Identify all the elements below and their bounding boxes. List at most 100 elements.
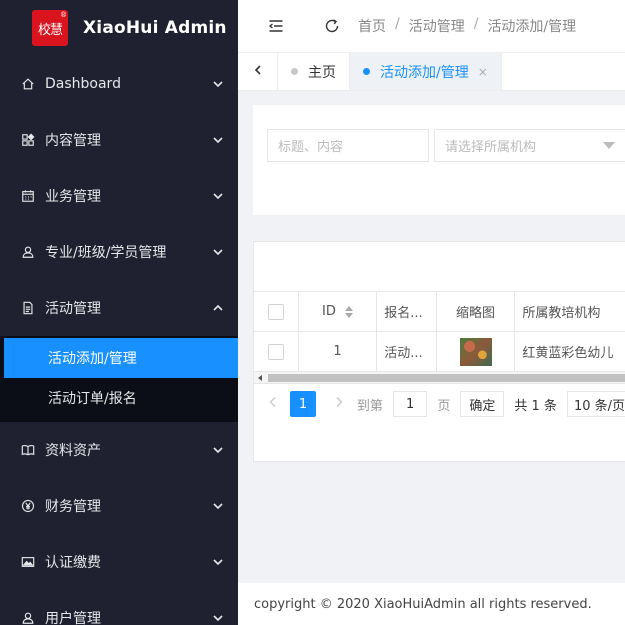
sidebar-item-assets[interactable]: 资料资产 — [0, 422, 238, 478]
chevron-down-icon — [212, 190, 224, 202]
page-unit-label: 页 — [437, 398, 451, 414]
sidebar-menu: Dashboard 内容管理 业务管理 专业/班级/学员管理 活动管理 活动添加… — [0, 56, 238, 625]
refresh-icon[interactable] — [324, 18, 340, 34]
menu-fold-icon[interactable] — [268, 18, 284, 34]
admin-app: 校慧 ® XiaoHui Admin Dashboard 内容管理 业务管理 专… — [0, 0, 625, 625]
breadcrumb: 首页 / 活动管理 / 活动添加/管理 — [358, 16, 576, 36]
document-icon — [20, 300, 36, 316]
tab-label: 活动添加/管理 — [380, 64, 469, 81]
footer: copyright © 2020 XiaoHuiAdmin all rights… — [238, 583, 625, 625]
sort-icon[interactable] — [344, 305, 353, 318]
scrollbar-thumb[interactable] — [268, 374, 625, 382]
chevron-down-icon — [212, 556, 224, 568]
logo-text: 校慧 — [37, 22, 63, 38]
chevron-down-icon — [212, 612, 224, 624]
chevron-left-icon — [252, 64, 264, 80]
chevron-up-icon — [212, 302, 224, 314]
keyword-search-input[interactable]: 标题、内容 — [267, 129, 429, 162]
user-icon — [20, 244, 36, 260]
total-count: 共 1 条 — [514, 398, 557, 414]
sidebar-subitem-activity-orders[interactable]: 活动订单/报名 — [0, 378, 238, 418]
sidebar-item-students[interactable]: 专业/班级/学员管理 — [0, 224, 238, 280]
page-tabs: 主页 活动添加/管理 × — [238, 53, 625, 91]
sidebar-item-dashboard[interactable]: Dashboard — [0, 56, 238, 112]
table-row[interactable]: 1 活动... 红黄蓝彩色幼儿 — [254, 332, 625, 372]
sidebar-item-certification[interactable]: 认证缴费 — [0, 534, 238, 590]
calendar-icon — [20, 188, 36, 204]
brand[interactable]: 校慧 ® XiaoHui Admin — [0, 0, 238, 56]
goto-page-input[interactable]: 1 — [392, 391, 428, 417]
org-select[interactable]: 请选择所属机构 — [434, 129, 625, 162]
close-icon[interactable]: × — [478, 65, 488, 79]
sidebar-item-label: 内容管理 — [45, 133, 101, 149]
breadcrumb-activities[interactable]: 活动管理 — [409, 16, 465, 36]
cell-org: 红黄蓝彩色幼儿 — [522, 346, 614, 361]
select-all-cell — [254, 292, 299, 331]
table-header: ID 报名... 缩略图 所属教培机构 — [254, 292, 625, 332]
sidebar-item-business[interactable]: 业务管理 — [0, 168, 238, 224]
chevron-down-icon — [212, 444, 224, 456]
thumbnail-image[interactable] — [459, 337, 492, 366]
column-header-org: 所属教培机构 — [522, 306, 601, 321]
sidebar: 校慧 ® XiaoHui Admin Dashboard 内容管理 业务管理 专… — [0, 0, 238, 625]
sidebar-subitem-activity-manage[interactable]: 活动添加/管理 — [4, 338, 238, 378]
table-toolbar — [254, 242, 625, 292]
row-select-cell — [254, 332, 299, 371]
column-label: ID — [322, 304, 336, 319]
cell-thumbnail — [437, 332, 516, 371]
apps-icon — [20, 132, 36, 148]
breadcrumb-home[interactable]: 首页 — [358, 16, 386, 36]
page-size-select[interactable]: 10 条/页 — [566, 391, 625, 417]
scroll-left-icon[interactable] — [258, 375, 262, 381]
breadcrumb-separator: / — [395, 16, 400, 32]
main-content: 首页 / 活动管理 / 活动添加/管理 主页 活动添加/管理 × 标题、内容 请… — [238, 0, 625, 625]
tab-dot — [291, 68, 298, 75]
sidebar-item-users[interactable]: 用户管理 — [0, 590, 238, 625]
tab-home[interactable]: 主页 — [278, 53, 350, 90]
column-header-thumbnail: 缩略图 — [437, 292, 516, 331]
keyword-placeholder: 标题、内容 — [278, 140, 344, 155]
pagination: 1 到第 1 页 确定 共 1 条 10 条/页 — [254, 384, 625, 424]
sidebar-item-label: 专业/班级/学员管理 — [45, 245, 167, 261]
chevron-down-icon — [212, 246, 224, 258]
sidebar-item-content[interactable]: 内容管理 — [0, 112, 238, 168]
chevron-down-icon — [212, 78, 224, 90]
registered-mark: ® — [60, 11, 67, 19]
breadcrumb-separator: / — [473, 16, 479, 32]
chevron-down-icon — [212, 134, 224, 146]
next-page-icon[interactable] — [334, 396, 344, 412]
tab-label: 主页 — [308, 64, 336, 81]
page-number-button[interactable]: 1 — [290, 391, 316, 417]
column-header-id[interactable]: ID — [299, 292, 378, 331]
tab-dot — [363, 68, 370, 75]
home-icon — [20, 76, 36, 92]
org-placeholder: 请选择所属机构 — [445, 140, 537, 155]
copyright-text: copyright © 2020 XiaoHuiAdmin all rights… — [254, 596, 592, 612]
sidebar-item-label: 用户管理 — [45, 611, 101, 625]
activities-submenu: 活动添加/管理 活动订单/报名 — [0, 336, 238, 422]
top-header: 首页 / 活动管理 / 活动添加/管理 — [238, 0, 625, 53]
select-all-checkbox[interactable] — [267, 303, 284, 320]
user-icon — [20, 610, 36, 625]
tab-activity-manage[interactable]: 活动添加/管理 × — [350, 53, 502, 90]
caret-down-icon — [603, 142, 615, 149]
brand-logo: 校慧 ® — [32, 10, 68, 46]
sidebar-item-label: 资料资产 — [45, 443, 101, 459]
chevron-down-icon — [212, 500, 224, 512]
sidebar-item-label: 活动管理 — [45, 301, 101, 317]
sidebar-item-label: 认证缴费 — [45, 555, 101, 571]
sidebar-item-label: 财务管理 — [45, 499, 101, 515]
goto-label: 到第 — [356, 398, 383, 414]
goto-confirm-button[interactable]: 确定 — [460, 391, 505, 417]
horizontal-scrollbar[interactable] — [254, 372, 625, 384]
tabs-prev-button[interactable] — [238, 53, 278, 90]
brand-name: XiaoHui Admin — [83, 18, 227, 38]
prev-page-icon[interactable] — [268, 396, 278, 412]
sidebar-item-activities[interactable]: 活动管理 — [0, 280, 238, 336]
image-icon — [20, 554, 36, 570]
sidebar-item-finance[interactable]: 财务管理 — [0, 478, 238, 534]
book-icon — [20, 442, 36, 458]
cell-id: 1 — [299, 332, 378, 371]
row-checkbox[interactable] — [267, 343, 284, 360]
breadcrumb-current: 活动添加/管理 — [487, 19, 577, 35]
